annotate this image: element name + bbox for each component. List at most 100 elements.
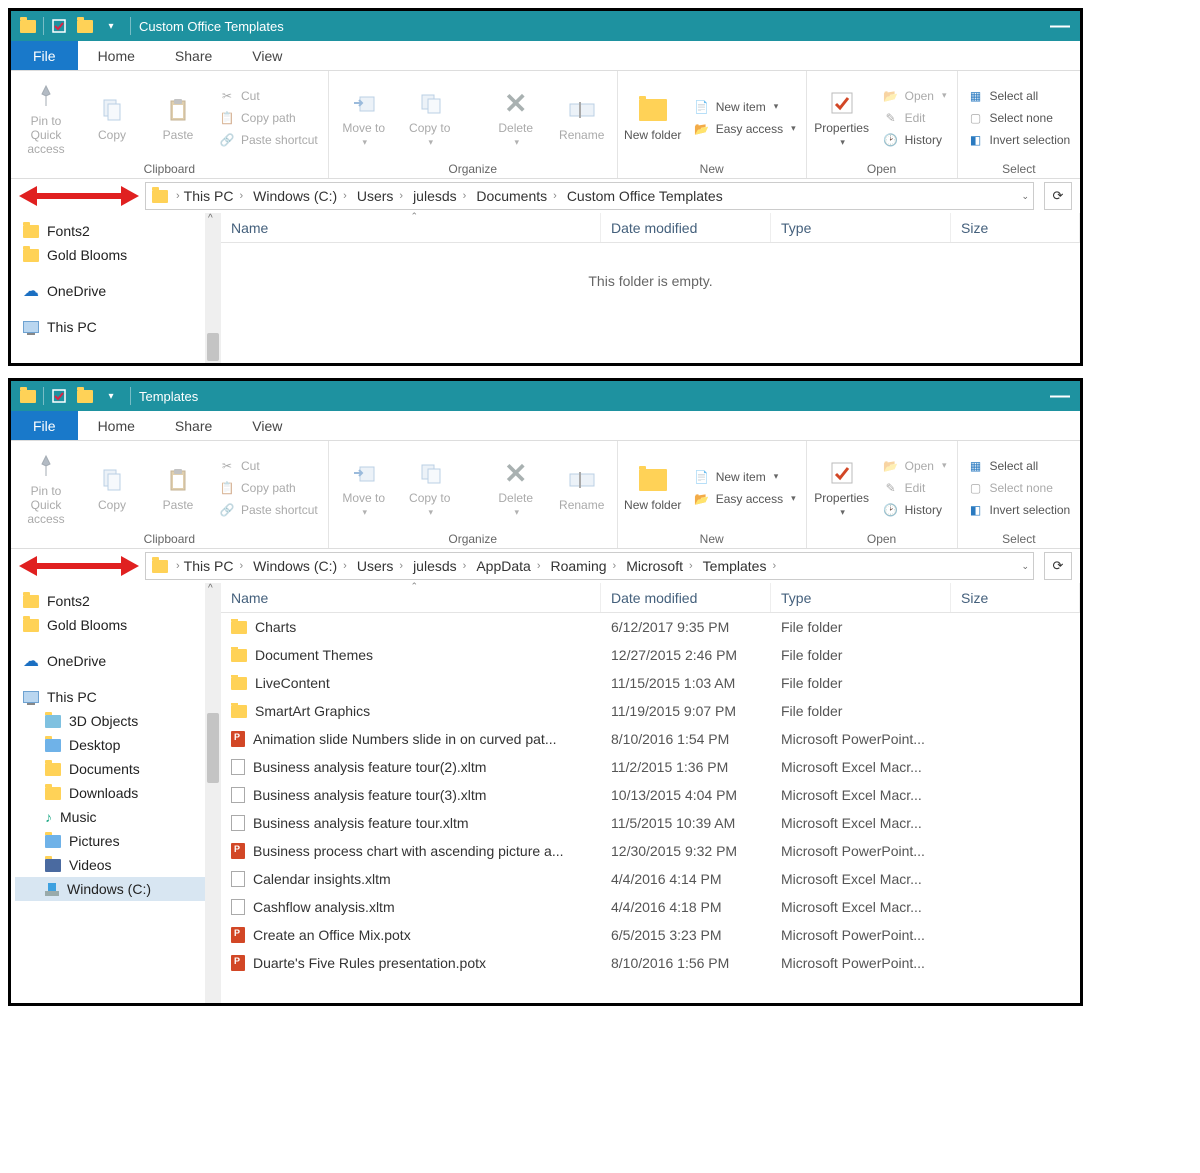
sidebar-item[interactable]: Documents bbox=[15, 757, 217, 781]
sidebar-item[interactable]: Desktop bbox=[15, 733, 217, 757]
invert-selection-button[interactable]: ◧Invert selection bbox=[964, 131, 1075, 149]
tab-home[interactable]: Home bbox=[78, 411, 155, 440]
col-date[interactable]: Date modified bbox=[601, 213, 771, 242]
sidebar-item-selected[interactable]: Windows (C:) bbox=[15, 877, 217, 901]
breadcrumb[interactable]: Templates› bbox=[701, 558, 782, 574]
copy-button[interactable]: Copy bbox=[83, 90, 141, 146]
rename-button[interactable]: Rename bbox=[553, 460, 611, 516]
rename-button[interactable]: Rename bbox=[553, 90, 611, 146]
table-row[interactable]: Business process chart with ascending pi… bbox=[221, 837, 1080, 865]
tab-file[interactable]: File bbox=[11, 411, 78, 440]
sidebar-item[interactable]: Fonts2 bbox=[15, 219, 217, 243]
tab-share[interactable]: Share bbox=[155, 411, 232, 440]
table-row[interactable]: Charts6/12/2017 9:35 PMFile folder bbox=[221, 613, 1080, 641]
sidebar-item[interactable]: Fonts2 bbox=[15, 589, 217, 613]
paste-button[interactable]: Paste bbox=[149, 460, 207, 516]
delete-button[interactable]: ✕Delete▾ bbox=[487, 453, 545, 522]
breadcrumb[interactable]: Roaming› bbox=[548, 558, 622, 574]
breadcrumb[interactable]: Users› bbox=[355, 558, 409, 574]
chevron-down-icon[interactable]: ⌄ bbox=[1021, 561, 1029, 572]
easy-access-button[interactable]: 📂Easy access ▾ bbox=[690, 490, 800, 508]
breadcrumb[interactable]: Microsoft› bbox=[624, 558, 698, 574]
col-type[interactable]: Type bbox=[771, 213, 951, 242]
breadcrumb[interactable]: Users› bbox=[355, 188, 409, 204]
select-all-button[interactable]: ▦Select all bbox=[964, 457, 1075, 475]
history-button[interactable]: 🕑History bbox=[879, 131, 951, 149]
chevron-right-icon[interactable]: › bbox=[549, 190, 561, 202]
properties-button[interactable]: Properties▾ bbox=[813, 83, 871, 152]
refresh-button[interactable]: ⟳ bbox=[1044, 182, 1072, 210]
sidebar-item[interactable]: Gold Blooms bbox=[15, 243, 217, 267]
copy-to-button[interactable]: Copy to▾ bbox=[401, 83, 459, 152]
sidebar-item[interactable]: Pictures bbox=[15, 829, 217, 853]
pin-to-quick-access-button[interactable]: Pin to Quick access bbox=[17, 446, 75, 530]
col-name[interactable]: Name⌃ bbox=[221, 583, 601, 612]
chevron-right-icon[interactable]: › bbox=[235, 190, 247, 202]
properties-qat-icon[interactable] bbox=[48, 385, 70, 407]
cut-button[interactable]: ✂Cut bbox=[215, 87, 322, 105]
table-row[interactable]: SmartArt Graphics11/19/2015 9:07 PMFile … bbox=[221, 697, 1080, 725]
properties-button[interactable]: Properties▾ bbox=[813, 453, 871, 522]
breadcrumb[interactable]: AppData› bbox=[474, 558, 546, 574]
table-row[interactable]: Animation slide Numbers slide in on curv… bbox=[221, 725, 1080, 753]
open-button[interactable]: 📂Open ▾ bbox=[879, 87, 951, 105]
copy-to-button[interactable]: Copy to▾ bbox=[401, 453, 459, 522]
col-size[interactable]: Size bbox=[951, 583, 1080, 612]
table-row[interactable]: LiveContent11/15/2015 1:03 AMFile folder bbox=[221, 669, 1080, 697]
sidebar-item-onedrive[interactable]: ☁OneDrive bbox=[15, 647, 217, 675]
table-row[interactable]: Create an Office Mix.potx6/5/2015 3:23 P… bbox=[221, 921, 1080, 949]
sidebar-item[interactable]: 3D Objects bbox=[15, 709, 217, 733]
breadcrumb[interactable]: Custom Office Templates bbox=[565, 188, 725, 204]
edit-button[interactable]: ✎Edit bbox=[879, 109, 951, 127]
copy-path-button[interactable]: 📋Copy path bbox=[215, 479, 322, 497]
col-name[interactable]: Name⌃ bbox=[221, 213, 601, 242]
select-none-button[interactable]: ▢Select none bbox=[964, 109, 1075, 127]
paste-shortcut-button[interactable]: 🔗Paste shortcut bbox=[215, 501, 322, 519]
tab-view[interactable]: View bbox=[232, 41, 302, 70]
col-type[interactable]: Type bbox=[771, 583, 951, 612]
move-to-button[interactable]: Move to▾ bbox=[335, 453, 393, 522]
address-bar[interactable]: › This PC› Windows (C:)› Users› julesds›… bbox=[145, 182, 1034, 210]
open-button[interactable]: 📂Open ▾ bbox=[879, 457, 951, 475]
cut-button[interactable]: ✂Cut bbox=[215, 457, 322, 475]
tab-view[interactable]: View bbox=[232, 411, 302, 440]
table-row[interactable]: Cashflow analysis.xltm4/4/2016 4:18 PMMi… bbox=[221, 893, 1080, 921]
scrollbar[interactable]: ^ bbox=[205, 583, 221, 1003]
delete-button[interactable]: ✕ Delete▾ bbox=[487, 83, 545, 152]
qat-dropdown-icon[interactable]: ▾ bbox=[100, 15, 122, 37]
properties-qat-icon[interactable] bbox=[48, 15, 70, 37]
minimize-icon[interactable]: — bbox=[1050, 15, 1070, 38]
table-row[interactable]: Document Themes12/27/2015 2:46 PMFile fo… bbox=[221, 641, 1080, 669]
new-item-button[interactable]: 📄New item ▾ bbox=[690, 468, 800, 486]
history-button[interactable]: 🕑History bbox=[879, 501, 951, 519]
chevron-down-icon[interactable]: ⌄ bbox=[1021, 191, 1029, 202]
edit-button[interactable]: ✎Edit bbox=[879, 479, 951, 497]
invert-selection-button[interactable]: ◧Invert selection bbox=[964, 501, 1075, 519]
scrollbar[interactable]: ^ bbox=[205, 213, 221, 363]
breadcrumb[interactable]: Windows (C:)› bbox=[251, 188, 353, 204]
sidebar-item-thispc[interactable]: This PC bbox=[15, 685, 217, 709]
move-to-button[interactable]: Move to▾ bbox=[335, 83, 393, 152]
table-row[interactable]: Business analysis feature tour(2).xltm11… bbox=[221, 753, 1080, 781]
new-folder-button[interactable]: New folder bbox=[624, 460, 682, 516]
paste-button[interactable]: Paste bbox=[149, 90, 207, 146]
breadcrumb[interactable]: julesds› bbox=[411, 558, 472, 574]
sidebar-item[interactable]: Gold Blooms bbox=[15, 613, 217, 637]
table-row[interactable]: Duarte's Five Rules presentation.potx8/1… bbox=[221, 949, 1080, 977]
folder-qat-icon[interactable] bbox=[74, 385, 96, 407]
address-bar[interactable]: › This PC› Windows (C:)› Users› julesds›… bbox=[145, 552, 1034, 580]
chevron-right-icon[interactable]: › bbox=[176, 190, 180, 202]
breadcrumb[interactable]: This PC› bbox=[182, 188, 249, 204]
sidebar-item[interactable]: Videos bbox=[15, 853, 217, 877]
qat-dropdown-icon[interactable]: ▾ bbox=[100, 385, 122, 407]
select-all-button[interactable]: ▦Select all bbox=[964, 87, 1075, 105]
copy-path-button[interactable]: 📋Copy path bbox=[215, 109, 322, 127]
sidebar-item[interactable]: ♪Music bbox=[15, 805, 217, 829]
sidebar-item[interactable]: Downloads bbox=[15, 781, 217, 805]
col-date[interactable]: Date modified bbox=[601, 583, 771, 612]
new-item-button[interactable]: 📄New item ▾ bbox=[690, 98, 800, 116]
table-row[interactable]: Business analysis feature tour(3).xltm10… bbox=[221, 781, 1080, 809]
refresh-button[interactable]: ⟳ bbox=[1044, 552, 1072, 580]
tab-home[interactable]: Home bbox=[78, 41, 155, 70]
col-size[interactable]: Size bbox=[951, 213, 1080, 242]
